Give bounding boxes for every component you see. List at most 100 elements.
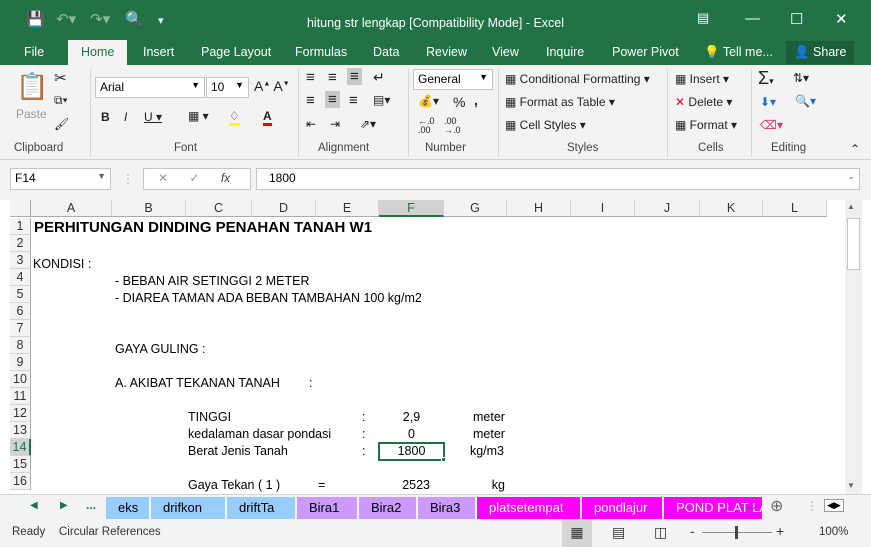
align-left-icon[interactable]: ≡: [306, 92, 315, 109]
collapse-ribbon-icon[interactable]: ⌃: [850, 142, 860, 156]
row-header-10[interactable]: 10: [10, 371, 31, 388]
column-header-d[interactable]: D: [252, 200, 316, 217]
cell-e12[interactable]: :: [362, 409, 365, 426]
tab-home[interactable]: Home: [68, 40, 128, 65]
align-top-icon[interactable]: ≡: [306, 69, 315, 86]
page-layout-view-button[interactable]: ▤: [612, 524, 625, 541]
minimize-button[interactable]: —: [745, 10, 760, 27]
tab-review[interactable]: Review: [426, 45, 467, 59]
name-box[interactable]: F14 ▼: [10, 168, 111, 190]
row-header-1[interactable]: 1: [10, 218, 31, 235]
close-button[interactable]: ✕: [835, 10, 848, 28]
scroll-thumb[interactable]: [847, 218, 860, 270]
font-name-box[interactable]: Arial ▼: [95, 77, 205, 98]
decrease-decimal-icon[interactable]: .00 →.0: [444, 117, 461, 135]
zoom-level[interactable]: 100%: [819, 526, 848, 538]
column-header-j[interactable]: J: [635, 200, 700, 217]
comma-style-icon[interactable]: ,: [474, 92, 478, 108]
enter-icon[interactable]: ✓: [189, 171, 199, 185]
new-sheet-button[interactable]: ⊕: [770, 496, 783, 516]
fill-color-icon[interactable]: ♢: [229, 109, 240, 126]
row-header-8[interactable]: 8: [10, 337, 31, 354]
row-header-6[interactable]: 6: [10, 303, 31, 320]
zoom-in-button[interactable]: +: [776, 523, 784, 539]
column-header-l[interactable]: L: [763, 200, 827, 217]
wrap-text-icon[interactable]: ↵: [373, 69, 385, 86]
cell-b8[interactable]: GAYA GULING :: [115, 341, 206, 358]
cell-g16[interactable]: kg: [444, 477, 505, 494]
column-header-f[interactable]: F: [379, 200, 444, 217]
cell-c12[interactable]: TINGGI: [188, 409, 231, 426]
delete-cells-button[interactable]: ✕ Delete ▾: [675, 95, 732, 109]
row-header-12[interactable]: 12: [10, 405, 31, 422]
row-header-9[interactable]: 9: [10, 354, 31, 371]
cell-f16[interactable]: 2523: [379, 477, 430, 494]
row-header-16[interactable]: 16: [10, 473, 31, 490]
number-format-box[interactable]: General ▼: [413, 69, 493, 90]
zoom-out-button[interactable]: -: [690, 523, 695, 539]
zoom-slider-thumb[interactable]: [735, 526, 738, 539]
vertical-scrollbar[interactable]: ▲ ▼: [845, 200, 862, 494]
insert-cells-button[interactable]: ▦ Insert ▾: [675, 72, 729, 86]
scroll-down-icon[interactable]: ▼: [847, 481, 855, 490]
tab-power-pivot[interactable]: Power Pivot: [612, 45, 679, 59]
select-all-button[interactable]: [10, 200, 31, 217]
column-header-a[interactable]: A: [31, 200, 112, 217]
row-header-3[interactable]: 3: [10, 252, 31, 269]
orientation-icon[interactable]: ⇗▾: [360, 117, 376, 131]
worksheet-grid[interactable]: ABCDEFGHIJKL 1 2 3 4 5 6 7 8 9 10 11 12 13 14 15 16 PER…: [0, 200, 845, 494]
copy-icon[interactable]: ⧉▾: [54, 93, 68, 108]
font-size-box[interactable]: 10 ▼: [206, 77, 249, 98]
row-header-2[interactable]: 2: [10, 235, 31, 252]
format-cells-button[interactable]: ▦ Format ▾: [675, 118, 737, 132]
cell-e14[interactable]: :: [362, 443, 365, 460]
font-color-icon[interactable]: A: [263, 109, 272, 126]
italic-button[interactable]: I: [124, 110, 127, 124]
borders-icon[interactable]: ▦ ▾: [188, 109, 209, 123]
cell-g12[interactable]: meter: [444, 409, 534, 426]
sheet-tab-driftta[interactable]: driftTa: [227, 497, 295, 519]
paste-icon[interactable]: 📋: [16, 71, 48, 102]
tab-split-grip-icon[interactable]: ⋮: [806, 499, 818, 513]
tab-file[interactable]: File: [24, 45, 44, 59]
paste-button[interactable]: Paste: [16, 107, 47, 121]
hscroll-arrows-icon[interactable]: ◀▶: [824, 499, 844, 512]
sheet-tab-drifkon[interactable]: drifkon: [151, 497, 225, 519]
tab-formulas[interactable]: Formulas: [295, 45, 347, 59]
tab-data[interactable]: Data: [373, 45, 399, 59]
cell-e16[interactable]: =: [318, 477, 325, 494]
row-header-4[interactable]: 4: [10, 269, 31, 286]
column-header-c[interactable]: C: [186, 200, 252, 217]
sheet-tab-platsetempat[interactable]: platsetempat: [477, 497, 580, 519]
ribbon-display-icon[interactable]: ▤: [697, 10, 709, 26]
autosum-icon[interactable]: Σ▾: [758, 68, 774, 89]
merge-center-icon[interactable]: ▤▾: [373, 93, 390, 107]
find-select-icon[interactable]: 🔍▾: [795, 94, 816, 108]
cell-f13[interactable]: 0: [379, 426, 444, 443]
row-header-11[interactable]: 11: [10, 388, 31, 405]
tab-view[interactable]: View: [492, 45, 519, 59]
cell-a1[interactable]: PERHITUNGAN DINDING PENAHAN TANAH W1: [34, 219, 372, 236]
cell-c13[interactable]: kedalaman dasar pondasi: [188, 426, 331, 443]
cell-styles-button[interactable]: ▦ Cell Styles ▾: [505, 118, 586, 132]
column-header-g[interactable]: G: [444, 200, 507, 217]
page-break-view-button[interactable]: ◫: [654, 524, 667, 541]
underline-button[interactable]: U ▾: [144, 110, 162, 124]
cell-g14[interactable]: kg/m3: [444, 443, 530, 460]
cell-b5[interactable]: - DIAREA TAMAN ADA BEBAN TAMBAHAN 100 kg…: [115, 290, 422, 307]
cut-icon[interactable]: ✂: [54, 69, 67, 87]
decrease-indent-icon[interactable]: ⇤: [306, 117, 316, 131]
format-as-table-button[interactable]: ▦ Format as Table ▾: [505, 95, 615, 109]
sheet-tab-bira1[interactable]: Bira1: [297, 497, 357, 519]
status-circular-references[interactable]: Circular References: [59, 526, 161, 538]
tab-page-layout[interactable]: Page Layout: [201, 45, 271, 59]
more-sheets-left[interactable]: ...: [86, 498, 96, 512]
cell-b10[interactable]: A. AKIBAT TEKANAN TANAH: [115, 375, 280, 392]
format-painter-icon[interactable]: 🖌: [54, 117, 69, 131]
cell-c16[interactable]: Gaya Tekan ( 1 ): [188, 477, 280, 494]
cell-g13[interactable]: meter: [444, 426, 534, 443]
clear-icon[interactable]: ⌫▾: [760, 118, 783, 132]
conditional-formatting-button[interactable]: ▦ Conditional Formatting ▾: [505, 72, 650, 86]
formula-input[interactable]: 1800 ⌄: [256, 168, 860, 190]
tell-me[interactable]: 💡 Tell me...: [704, 45, 773, 60]
